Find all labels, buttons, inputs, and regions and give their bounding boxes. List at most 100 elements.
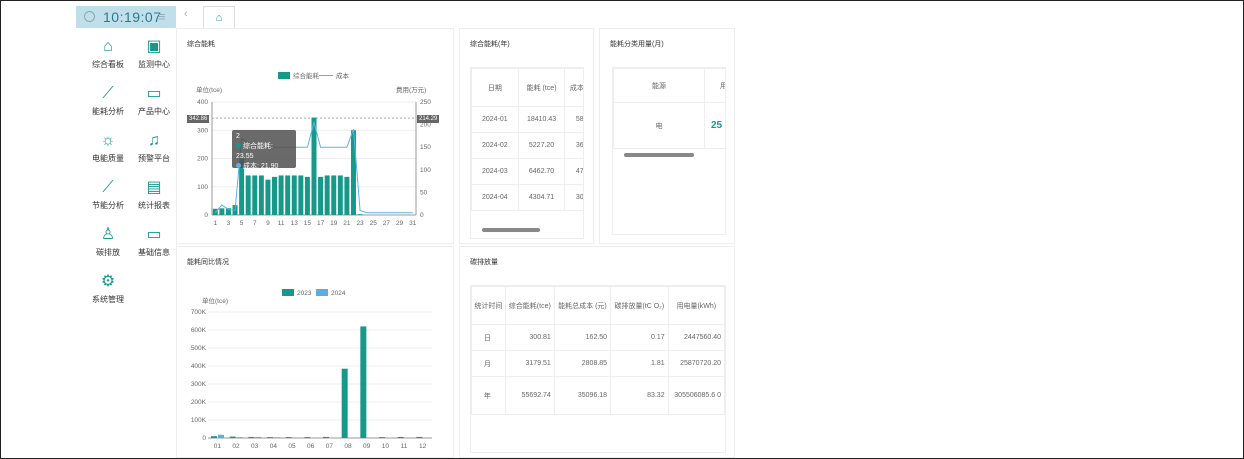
x-tick: 23	[356, 220, 364, 227]
x-tick: 19	[330, 220, 338, 227]
report-icon: ▤	[146, 179, 162, 196]
screen-icon: ▭	[146, 85, 162, 102]
sidebar-item-4[interactable]: ☼ 电能质量	[85, 131, 131, 164]
col-header: 用电量(kWh)	[667, 286, 726, 325]
bar-2023	[229, 436, 236, 438]
bar-2023	[323, 436, 329, 438]
tooltip-day: 2	[236, 133, 240, 140]
y-tick: 600K	[191, 327, 207, 334]
sidebar-item-9[interactable]: ▭ 基础信息	[131, 225, 177, 258]
legend-2024-swatch	[316, 289, 328, 296]
energy-chart[interactable]: 综合能耗 成本单位(tce) 费用(万元)010020030040005010015…	[176, 28, 452, 242]
legend-2023-swatch	[282, 289, 294, 296]
home-icon: ⌂	[215, 12, 223, 24]
sidebar-item-label: 产品中心	[138, 107, 170, 116]
y-tick: 700K	[191, 309, 207, 316]
table-cell: 4304.71	[517, 184, 566, 211]
bar-2024	[236, 437, 243, 438]
legend-energy: 综合能耗	[293, 71, 320, 80]
bar	[219, 208, 225, 215]
x-tick: 21	[343, 220, 351, 227]
sidebar-item-10[interactable]: ⚙ 系统管理	[85, 272, 131, 305]
sidebar-item-label: 综合看板	[92, 60, 124, 69]
hamburger-icon[interactable]: ≡	[158, 9, 166, 24]
col-header: 综合能耗(tce)	[504, 286, 555, 325]
sidebar-item-label: 系统管理	[92, 295, 124, 304]
table-cell: 55692.74	[504, 376, 555, 415]
col-header: 能源	[613, 68, 705, 103]
clock-icon	[84, 11, 95, 22]
energy-type: 电	[613, 102, 705, 149]
yoy-chart[interactable]: 2023 2024 单位(tce) 0 100K 200K 300K 400K 500K 600K…	[176, 246, 452, 456]
sidebar-item-6[interactable]: ⟋ 节能分析	[85, 178, 131, 211]
table-cell: 日	[471, 324, 506, 351]
bar-2023	[379, 437, 385, 438]
bar	[331, 175, 337, 215]
tooltip-energy: 综合能耗: 23.55	[236, 143, 273, 160]
legend-cost: 成本	[336, 71, 350, 80]
person-icon: ♙	[100, 226, 116, 243]
bar	[252, 175, 258, 215]
bar	[272, 176, 278, 215]
col-header: 能耗总成本 (元)	[553, 286, 612, 325]
x-tick: 7	[253, 220, 257, 227]
y2-tick: 150	[420, 144, 431, 151]
bar	[350, 130, 356, 215]
table-cell: 2024-04	[471, 184, 519, 211]
x-tick: 17	[317, 220, 325, 227]
tab-home[interactable]: ⌂	[203, 6, 235, 29]
sidebar-item-3[interactable]: ▭ 产品中心	[131, 84, 177, 117]
line-chart-icon: ⟋	[102, 85, 114, 102]
energy-value: 25 07	[704, 102, 725, 149]
sidebar-item-7[interactable]: ▤ 统计报表	[131, 178, 177, 211]
y-tick: 0	[202, 435, 206, 442]
table-cell: 2447560.40	[667, 324, 726, 351]
col-header: 用	[704, 68, 725, 103]
y-tick: 200K	[191, 399, 207, 406]
sidebar-item-label: 统计报表	[138, 201, 170, 210]
carbon-table: 统计时间 综合能耗(tce) 能耗总成本 (元) 碳排放量(tC O₂) 用电量…	[471, 286, 726, 415]
home-icon: ⌂	[103, 38, 113, 55]
chevron-left-icon[interactable]: ‹	[184, 8, 188, 20]
sidebar-item-label: 监测中心	[138, 60, 170, 69]
y-tick: 400	[197, 99, 208, 106]
bar-2023	[416, 436, 423, 438]
horizontal-scrollbar[interactable]	[482, 228, 540, 232]
sidebar-item-5[interactable]: ♫ 预警平台	[131, 131, 177, 164]
x-tick: 06	[307, 443, 315, 450]
sidebar-item-0[interactable]: ⌂ 综合看板	[85, 37, 131, 70]
horizontal-scrollbar[interactable]	[624, 153, 694, 157]
sidebar-item-8[interactable]: ♙ 碳排放	[85, 225, 131, 258]
panel-category: 能耗分类用量(月) 能源用 电25 07	[599, 28, 735, 244]
x-tick: 27	[383, 220, 391, 227]
bar	[298, 175, 304, 215]
x-tick: 1	[213, 220, 217, 227]
bar	[265, 179, 271, 215]
markline-left-label: 342.86	[187, 115, 210, 123]
bar-2023	[304, 437, 311, 438]
x-tick: 13	[291, 220, 299, 227]
bar	[212, 208, 218, 215]
bar-2023	[360, 326, 367, 438]
table-cell: 3179.51	[504, 350, 555, 377]
table-cell: 年	[471, 376, 506, 415]
table-cell: 6462.70	[517, 158, 566, 185]
tooltip-cost: 成本: 21.90	[243, 163, 279, 170]
bar-2023	[341, 368, 348, 438]
y-tick: 400K	[191, 363, 207, 370]
col-header: 碳排放量(tC O₂)	[610, 286, 669, 325]
table-cell: 305506085.6 0	[667, 376, 726, 415]
bulb-icon: ☼	[100, 132, 116, 149]
y-tick: 200	[197, 156, 208, 163]
x-tick: 01	[214, 443, 222, 450]
table-cell: 4730	[564, 158, 583, 185]
y-tick: 100K	[191, 417, 207, 424]
y-tick: 0	[204, 212, 208, 219]
sidebar-item-label: 节能分析	[92, 201, 124, 210]
sidebar-item-2[interactable]: ⟋ 能耗分析	[85, 84, 131, 117]
sidebar-item-1[interactable]: ▣ 监测中心	[131, 37, 177, 70]
bar	[324, 175, 330, 215]
x-tick: 05	[288, 443, 296, 450]
bar	[291, 175, 297, 215]
table-cell: 2024-02	[471, 132, 519, 159]
